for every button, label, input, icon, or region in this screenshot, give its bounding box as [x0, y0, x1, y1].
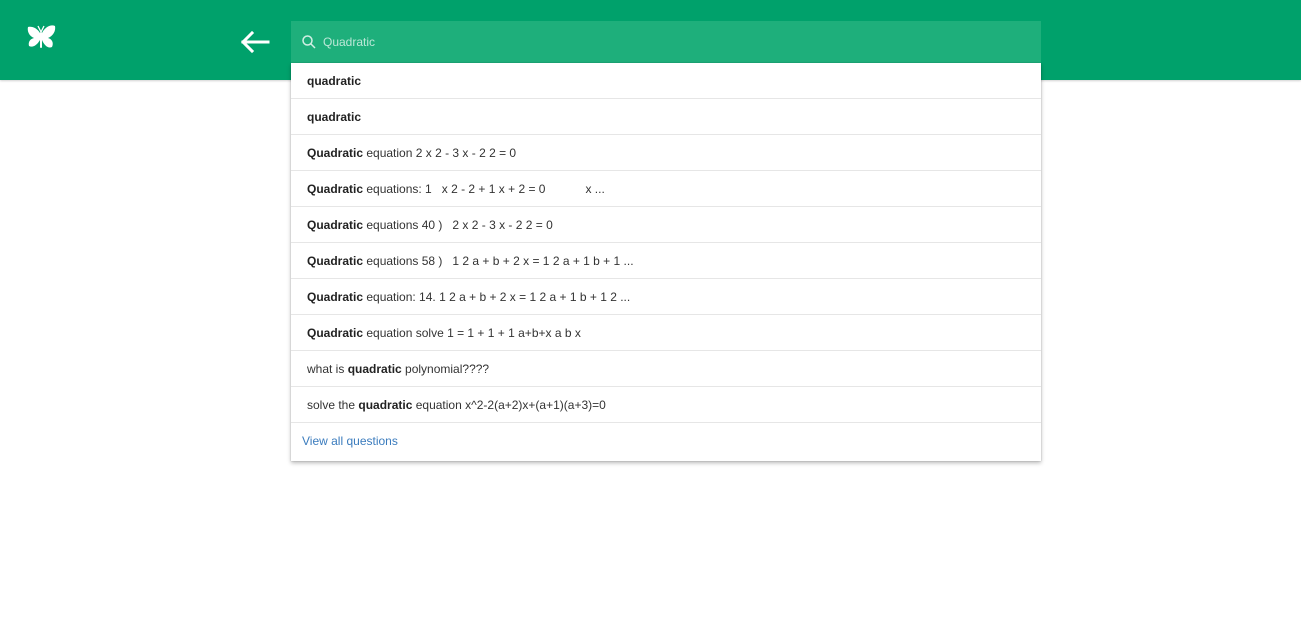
search-suggestions-dropdown: quadratic quadratic Quadratic equation 2… — [291, 63, 1041, 461]
suggestion-match: Quadratic — [307, 290, 364, 304]
suggestion-suffix: equation solve 1 = 1 + 1 + 1 a+b+x a b x — [363, 326, 581, 340]
suggestion-match: Quadratic — [307, 326, 364, 340]
arrow-left-icon[interactable] — [239, 28, 271, 56]
suggestion-item[interactable]: quadratic — [291, 63, 1041, 99]
suggestion-suffix: equation: 14. 1 2 a + b + 2 x = 1 2 a + … — [363, 290, 631, 304]
suggestion-match: Quadratic — [307, 254, 364, 268]
search-icon — [301, 34, 317, 50]
suggestion-suffix: equation x^2-2(a+2)x+(a+1)(a+3)=0 — [412, 398, 606, 412]
suggestion-match: Quadratic — [307, 218, 364, 232]
suggestion-prefix: what is — [307, 362, 348, 376]
suggestion-item[interactable]: Quadratic equations 40 ) 2 x 2 - 3 x - 2… — [291, 207, 1041, 243]
suggestion-match: Quadratic — [307, 146, 364, 160]
suggestion-item[interactable]: solve the quadratic equation x^2-2(a+2)x… — [291, 387, 1041, 423]
suggestion-match: quadratic — [358, 398, 413, 412]
suggestion-suffix: polynomial???? — [401, 362, 490, 376]
suggestion-match: Quadratic — [307, 182, 364, 196]
suggestion-suffix: equations 40 ) 2 x 2 - 3 x - 2 2 = 0 — [363, 218, 553, 232]
butterfly-icon[interactable] — [25, 22, 57, 54]
suggestion-item[interactable]: Quadratic equations 58 ) 1 2 a + b + 2 x… — [291, 243, 1041, 279]
suggestion-suffix: equation 2 x 2 - 3 x - 2 2 = 0 — [363, 146, 517, 160]
suggestion-item[interactable]: Quadratic equation: 14. 1 2 a + b + 2 x … — [291, 279, 1041, 315]
suggestion-match: quadratic — [347, 362, 402, 376]
suggestion-suffix: equations: 1 x 2 - 2 + 1 x + 2 = 0 x ... — [363, 182, 605, 196]
suggestion-item[interactable]: quadratic — [291, 99, 1041, 135]
suggestion-prefix: solve the — [307, 398, 359, 412]
suggestion-item[interactable]: Quadratic equation 2 x 2 - 3 x - 2 2 = 0 — [291, 135, 1041, 171]
search-input[interactable] — [323, 21, 1023, 63]
suggestion-item[interactable]: Quadratic equation solve 1 = 1 + 1 + 1 a… — [291, 315, 1041, 351]
suggestion-match: quadratic — [307, 110, 362, 124]
suggestion-item[interactable]: Quadratic equations: 1 x 2 - 2 + 1 x + 2… — [291, 171, 1041, 207]
suggestion-suffix: equations 58 ) 1 2 a + b + 2 x = 1 2 a +… — [363, 254, 634, 268]
suggestion-match: quadratic — [307, 74, 362, 88]
suggestion-item[interactable]: what is quadratic polynomial???? — [291, 351, 1041, 387]
search-box — [291, 21, 1041, 63]
view-all-questions-link[interactable]: View all questions — [291, 423, 1041, 459]
